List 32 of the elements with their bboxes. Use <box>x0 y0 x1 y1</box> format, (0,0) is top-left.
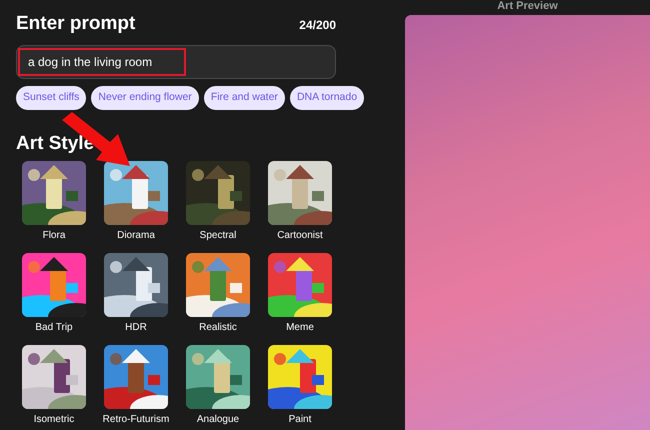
style-thumbnail[interactable] <box>22 345 86 409</box>
suggestion-chip[interactable]: DNA tornado <box>290 86 364 110</box>
prompt-heading: Enter prompt <box>16 12 136 36</box>
input-field[interactable]: a dog in the living room <box>16 45 336 79</box>
style-label: Realistic <box>199 321 237 334</box>
style-label: Paint <box>288 413 312 426</box>
style-thumbnail[interactable] <box>104 161 168 225</box>
style-thumbnail[interactable] <box>268 253 332 317</box>
style-thumbnail[interactable] <box>186 345 250 409</box>
style-thumbnail[interactable] <box>186 161 250 225</box>
style-thumbnail[interactable] <box>104 345 168 409</box>
style-label: HDR <box>125 321 147 334</box>
character-counter: 24/200 <box>299 17 336 34</box>
style-thumbnail[interactable] <box>268 161 332 225</box>
preview-heading: Art Preview <box>496 0 559 14</box>
suggestion-chip[interactable]: Never ending flower <box>91 86 199 110</box>
style-label: Isometric <box>34 413 74 426</box>
style-thumbnail[interactable] <box>268 345 332 409</box>
style-label: Analogue <box>196 413 240 426</box>
style-label: Retro-Futurism <box>102 413 170 426</box>
style-thumbnail[interactable] <box>186 253 250 317</box>
style-label: Cartoonist <box>277 229 323 242</box>
style-label: Spectral <box>200 229 236 242</box>
suggestion-chip[interactable]: Sunset cliffs <box>16 86 86 110</box>
style-label: Meme <box>286 321 314 334</box>
style-label: Diorama <box>117 229 155 242</box>
style-label: Flora <box>42 229 66 242</box>
suggestion-chip[interactable]: Fire and water <box>204 86 285 110</box>
style-thumbnail[interactable] <box>22 253 86 317</box>
style-thumbnail[interactable] <box>22 161 86 225</box>
style-label: Bad Trip <box>35 321 73 334</box>
style-thumbnail[interactable] <box>104 253 168 317</box>
